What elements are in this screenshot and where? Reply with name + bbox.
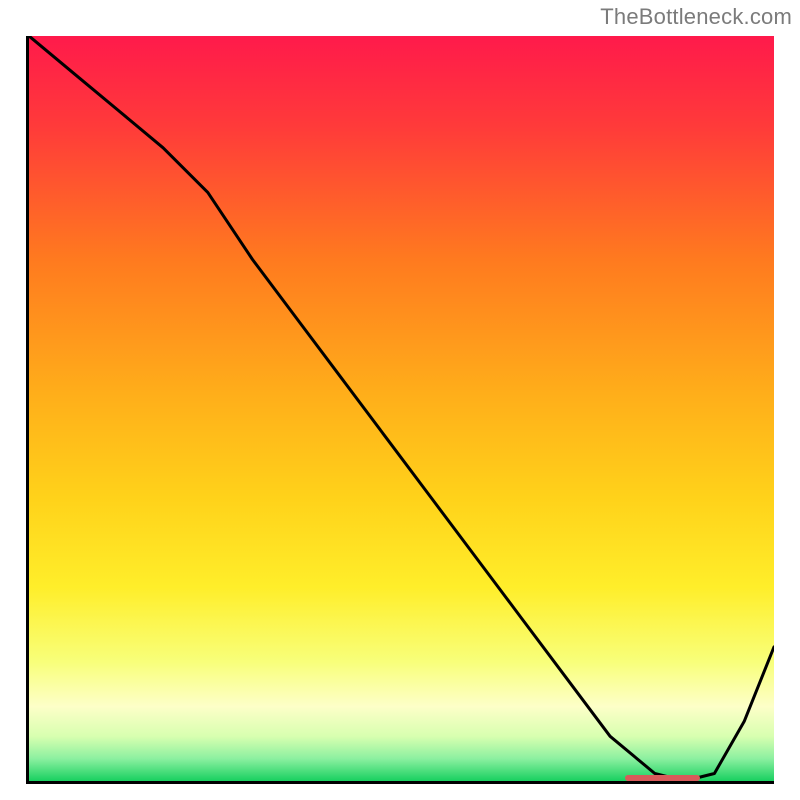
- watermark-text: TheBottleneck.com: [600, 4, 792, 30]
- chart-container: TheBottleneck.com: [0, 0, 800, 800]
- plot-area: [26, 36, 774, 784]
- bottleneck-chart-svg: [29, 36, 774, 781]
- optimal-range-marker: [625, 775, 700, 781]
- gradient-background: [29, 36, 774, 781]
